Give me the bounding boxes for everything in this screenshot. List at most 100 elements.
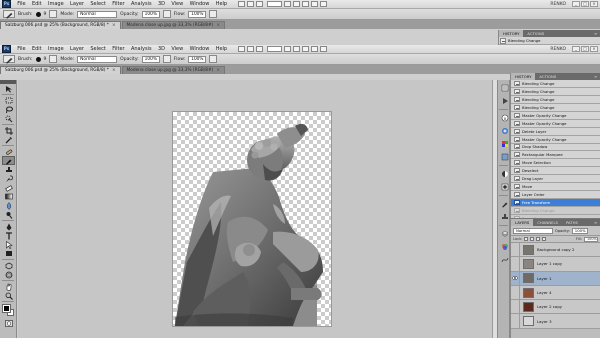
quick-mask-tool[interactable] [2, 319, 15, 328]
swatches-panel-icon[interactable] [500, 139, 509, 148]
gradient-tool[interactable] [2, 192, 15, 201]
brush-tool[interactable] [2, 156, 15, 165]
tab-history[interactable]: HISTORY [511, 73, 536, 80]
menu-analysis[interactable]: Analysis [128, 45, 155, 54]
menu-edit[interactable]: Edit [29, 45, 45, 54]
lock-pixels-icon[interactable] [530, 237, 535, 241]
view-extras-icon[interactable] [256, 46, 264, 52]
lasso-tool[interactable] [2, 105, 15, 114]
history-item[interactable]: Drag Layer [511, 175, 600, 184]
tab-actions[interactable]: ACTIONS [523, 30, 548, 37]
history-item[interactable]: Blending Change [511, 207, 600, 215]
tab-history[interactable]: HISTORY [499, 30, 524, 37]
hand-tool[interactable] [2, 282, 15, 291]
dodge-tool[interactable] [2, 210, 15, 219]
lock-position-icon[interactable] [536, 237, 541, 241]
history-item[interactable]: Deselect [511, 167, 600, 176]
tool-preset-picker[interactable] [3, 10, 15, 19]
menu-view[interactable]: View [168, 45, 186, 54]
clone-stamp-tool[interactable] [2, 165, 15, 174]
rotate-view-icon[interactable] [302, 46, 310, 52]
history-item[interactable]: Move [511, 183, 600, 192]
move-tool[interactable] [2, 84, 15, 93]
tab-paths[interactable]: PATHS [562, 219, 582, 226]
arrange-documents-icon[interactable] [311, 1, 319, 7]
airbrush-icon[interactable] [209, 10, 218, 18]
history-brush-tool[interactable] [2, 174, 15, 183]
mode-select[interactable]: Normal [77, 10, 118, 18]
tab-modena[interactable]: Modena close up.jpg @ 33,3% (RGB/8#) × [121, 21, 225, 29]
brush-preview-icon[interactable] [35, 56, 41, 62]
actions-panel-icon[interactable] [500, 96, 509, 105]
canvas-area[interactable] [18, 80, 492, 338]
airbrush-icon[interactable] [209, 55, 218, 63]
menu-layer[interactable]: Layer [67, 0, 87, 9]
quick-select-tool[interactable] [2, 114, 15, 123]
blur-tool[interactable] [2, 201, 15, 210]
pressure-opacity-icon[interactable] [162, 10, 171, 18]
zoom-icon[interactable] [293, 46, 301, 52]
history-item[interactable]: Blending Change [499, 37, 600, 45]
maximize-icon[interactable]: □ [581, 46, 589, 52]
opacity-input[interactable]: 100% [141, 10, 160, 18]
tab-salzburg[interactable]: Salzburg 006.psd @ 25% (Background, RGB/… [0, 21, 121, 29]
history-item[interactable]: Master Opacity Change [511, 111, 600, 120]
brush-panel-toggle-icon[interactable] [49, 55, 58, 63]
layer-visibility-toggle[interactable] [511, 285, 520, 300]
type-tool[interactable] [2, 231, 15, 240]
layer-visibility-toggle[interactable] [511, 257, 520, 271]
menu-window[interactable]: Window [186, 45, 212, 54]
close-tab-icon[interactable]: × [216, 23, 220, 28]
menu-3d[interactable]: 3D [155, 45, 168, 54]
tab-actions[interactable]: ACTIONS [535, 73, 560, 80]
panel-menu-icon[interactable]: ≡ [594, 73, 600, 80]
tab-layers[interactable]: LAYERS [511, 219, 534, 226]
tool-preset-picker[interactable] [3, 55, 15, 64]
flow-input[interactable]: 100% [188, 55, 207, 63]
panel-menu-icon[interactable]: ≡ [594, 219, 600, 226]
marquee-tool[interactable] [2, 96, 15, 105]
mini-bridge-icon[interactable] [247, 46, 255, 52]
layer-row[interactable]: Layer 1 copy [511, 257, 600, 272]
zoom-icon[interactable] [293, 1, 301, 7]
pen-tool[interactable] [2, 222, 15, 231]
layer-visibility-toggle[interactable] [511, 271, 520, 285]
history-item[interactable]: Master Opacity Change [511, 135, 600, 144]
menu-image[interactable]: Image [45, 45, 67, 54]
menu-select[interactable]: Select [87, 0, 109, 9]
pressure-opacity-icon[interactable] [162, 55, 171, 63]
menu-filter[interactable]: Filter [109, 45, 128, 54]
foreground-color-swatch[interactable] [2, 304, 11, 313]
menu-help[interactable]: Help [213, 0, 231, 9]
zoom-tool[interactable] [2, 291, 15, 300]
history-item[interactable]: Rectangular Marquee [511, 151, 600, 160]
eraser-tool[interactable] [2, 183, 15, 192]
history-panel-icon[interactable] [500, 83, 509, 92]
bridge-icon[interactable] [238, 1, 246, 7]
layer-row[interactable]: Background copy 2 [511, 243, 600, 258]
color-panel-icon[interactable] [500, 126, 509, 135]
menu-analysis[interactable]: Analysis [128, 0, 155, 9]
history-item[interactable]: Layer Order [511, 191, 600, 200]
history-item[interactable]: Blending Change [511, 95, 600, 104]
clone-source-panel-icon[interactable] [500, 212, 509, 221]
fill-input[interactable]: 100% [584, 236, 598, 242]
tab-channels[interactable]: CHANNELS [533, 219, 562, 226]
history-item[interactable]: Blending Change [511, 80, 600, 88]
menu-edit[interactable]: Edit [29, 0, 45, 9]
panel-menu-icon[interactable]: ≡ [594, 30, 600, 37]
history-item[interactable]: Master Opacity Change [511, 119, 600, 128]
close-icon[interactable]: × [590, 46, 598, 52]
view-extras-icon[interactable] [256, 1, 264, 7]
history-item[interactable]: Blending Change [511, 87, 600, 96]
menu-image[interactable]: Image [45, 0, 67, 9]
layer-visibility-toggle[interactable] [511, 314, 520, 328]
rotate-view-icon[interactable] [302, 1, 310, 7]
brush-panel-toggle-icon[interactable] [49, 10, 58, 18]
workspace-switcher[interactable]: RENKO [550, 2, 566, 7]
layers-panel-icon[interactable] [500, 229, 509, 238]
close-icon[interactable]: × [590, 1, 598, 7]
opacity-input[interactable]: 100% [141, 55, 160, 63]
flow-input[interactable]: 100% [188, 10, 207, 18]
document-canvas[interactable] [173, 112, 331, 326]
